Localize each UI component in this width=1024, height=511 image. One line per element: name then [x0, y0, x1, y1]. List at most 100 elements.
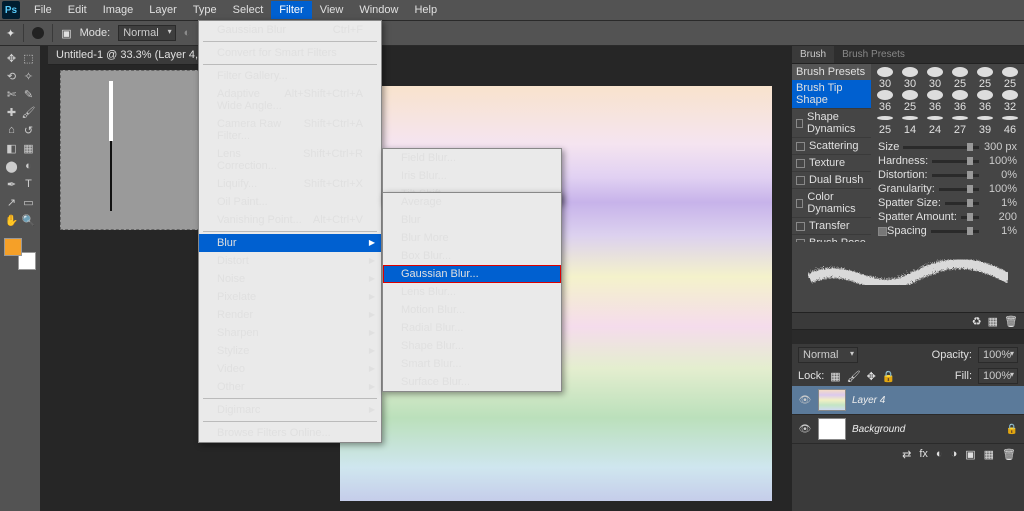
brush-option[interactable]: Transfer — [792, 218, 871, 235]
fx-icon[interactable]: fx — [919, 448, 928, 461]
menu-layer[interactable]: Layer — [141, 1, 185, 19]
menu-item[interactable]: Motion Blur... — [383, 301, 561, 319]
menu-item[interactable]: Video — [199, 360, 381, 378]
visibility-icon[interactable]: 👁 — [798, 393, 812, 407]
brush-tip[interactable]: 46 — [999, 113, 1021, 136]
menu-item[interactable]: Iris Blur... — [383, 167, 561, 185]
path-tool[interactable]: ↗ — [4, 194, 19, 210]
brush-tip[interactable]: 39 — [974, 113, 996, 136]
menu-item[interactable]: Box Blur... — [383, 247, 561, 265]
menu-select[interactable]: Select — [225, 1, 272, 19]
adjustment-icon[interactable]: ◑ — [951, 448, 958, 461]
brush-tip[interactable]: 25 — [874, 113, 896, 136]
brush-tool[interactable]: 🖌 — [21, 104, 36, 120]
slider-row[interactable]: Spatter Size:1% — [874, 196, 1021, 210]
menu-item[interactable]: Render — [199, 306, 381, 324]
slider-row[interactable]: Spacing1% — [874, 224, 1021, 238]
wand-tool[interactable]: ✧ — [21, 68, 36, 84]
group-icon[interactable]: ▣ — [965, 448, 975, 461]
visibility-icon[interactable]: 👁 — [798, 422, 812, 436]
trash-icon[interactable]: 🗑 — [1004, 315, 1018, 328]
menu-item[interactable]: Blur — [383, 211, 561, 229]
menu-view[interactable]: View — [312, 1, 352, 19]
brush-tip[interactable]: 25 — [949, 67, 971, 90]
lasso-tool[interactable]: ⟲ — [4, 68, 19, 84]
menu-item[interactable]: Average — [383, 193, 561, 211]
lock-all-icon[interactable]: 🔒 — [882, 370, 896, 383]
history-brush-tool[interactable]: ↺ — [21, 122, 36, 138]
menu-item[interactable]: Stylize — [199, 342, 381, 360]
menu-item[interactable]: Sharpen — [199, 324, 381, 342]
menu-item[interactable]: Blur More — [383, 229, 561, 247]
brush-tip[interactable]: 32 — [999, 90, 1021, 113]
gradient-tool[interactable]: ▦ — [21, 140, 36, 156]
mask-icon[interactable]: ◐ — [936, 448, 943, 461]
brush-tip[interactable]: 30 — [874, 67, 896, 90]
color-swatches[interactable] — [4, 238, 36, 270]
hand-tool[interactable]: ✋ — [4, 212, 19, 228]
brush-option[interactable]: Dual Brush — [792, 172, 871, 189]
heal-tool[interactable]: ✚ — [4, 104, 19, 120]
slider-row[interactable]: Granularity:100% — [874, 182, 1021, 196]
menu-item[interactable]: Pixelate — [199, 288, 381, 306]
menu-item[interactable]: Gaussian Blur... — [383, 265, 561, 283]
slider-row[interactable]: Size300 px — [874, 140, 1021, 154]
menu-item[interactable]: Blur — [199, 234, 381, 252]
brush-tip[interactable]: 25 — [999, 67, 1021, 90]
brush-tip[interactable]: 14 — [899, 113, 921, 136]
menu-edit[interactable]: Edit — [60, 1, 95, 19]
menu-filter[interactable]: Filter — [271, 1, 311, 19]
brush-option[interactable]: Texture — [792, 155, 871, 172]
menu-item[interactable]: Other — [199, 378, 381, 396]
menu-item[interactable]: Convert for Smart Filters — [199, 44, 381, 62]
blend-mode-select[interactable]: Normal — [118, 25, 175, 41]
foreground-swatch[interactable] — [4, 238, 22, 256]
menu-file[interactable]: File — [26, 1, 60, 19]
new-icon[interactable]: ▦ — [988, 315, 998, 328]
brush-presets-header[interactable]: Brush Presets — [792, 64, 871, 80]
brush-tip[interactable]: 30 — [924, 67, 946, 90]
brush-option[interactable]: Color Dynamics — [792, 189, 871, 218]
fill-field[interactable]: 100% — [978, 368, 1018, 384]
menu-item[interactable]: Browse Filters Online... — [199, 424, 381, 442]
blur-tool[interactable]: ⬤ — [4, 158, 19, 174]
menu-type[interactable]: Type — [185, 1, 225, 19]
menu-item[interactable]: Surface Blur... — [383, 373, 561, 391]
eyedropper-tool[interactable]: ✎ — [21, 86, 36, 102]
brush-preset-icon[interactable] — [32, 27, 44, 39]
pen-tool[interactable]: ✒ — [4, 176, 19, 192]
menu-item[interactable]: Filter Gallery... — [199, 67, 381, 85]
brush-tip[interactable]: 24 — [924, 113, 946, 136]
opacity-icon[interactable]: ◐ — [184, 27, 191, 39]
menu-item[interactable]: Radial Blur... — [383, 319, 561, 337]
brush-option[interactable]: Scattering — [792, 138, 871, 155]
menu-item[interactable]: Distort — [199, 252, 381, 270]
slider-row[interactable]: Distortion:0% — [874, 168, 1021, 182]
brush-tip[interactable]: 27 — [949, 113, 971, 136]
layer-row[interactable]: 👁Layer 4 — [792, 386, 1024, 415]
menu-item[interactable]: Noise — [199, 270, 381, 288]
recycle-icon[interactable]: ♻ — [972, 315, 982, 328]
brush-tip[interactable]: 36 — [924, 90, 946, 113]
menu-item[interactable]: Oil Paint... — [199, 193, 381, 211]
eraser-tool[interactable]: ◧ — [4, 140, 19, 156]
brush-option[interactable]: Shape Dynamics — [792, 109, 871, 138]
menu-help[interactable]: Help — [406, 1, 445, 19]
menu-item[interactable]: Gaussian BlurCtrl+F — [199, 21, 381, 39]
brush-option[interactable]: Brush Pose — [792, 235, 871, 242]
marquee-tool[interactable]: ⬚ — [21, 50, 36, 66]
brush-tip[interactable]: 36 — [949, 90, 971, 113]
shape-tool[interactable]: ▭ — [21, 194, 36, 210]
dodge-tool[interactable]: ◐ — [21, 158, 36, 174]
menu-item[interactable]: Vanishing Point...Alt+Ctrl+V — [199, 211, 381, 229]
layer-row[interactable]: 👁Background🔒 — [792, 415, 1024, 444]
tab-brush[interactable]: Brush — [792, 46, 834, 63]
lock-transparent-icon[interactable]: ▦ — [830, 370, 840, 383]
brush-tip[interactable]: 25 — [899, 90, 921, 113]
lock-paint-icon[interactable]: 🖌 — [847, 370, 861, 383]
menu-image[interactable]: Image — [95, 1, 142, 19]
delete-icon[interactable]: 🗑 — [1002, 448, 1016, 461]
new-layer-icon[interactable]: ▦ — [984, 448, 994, 461]
menu-item[interactable]: Lens Correction...Shift+Ctrl+R — [199, 145, 381, 175]
brush-tip[interactable]: 30 — [899, 67, 921, 90]
